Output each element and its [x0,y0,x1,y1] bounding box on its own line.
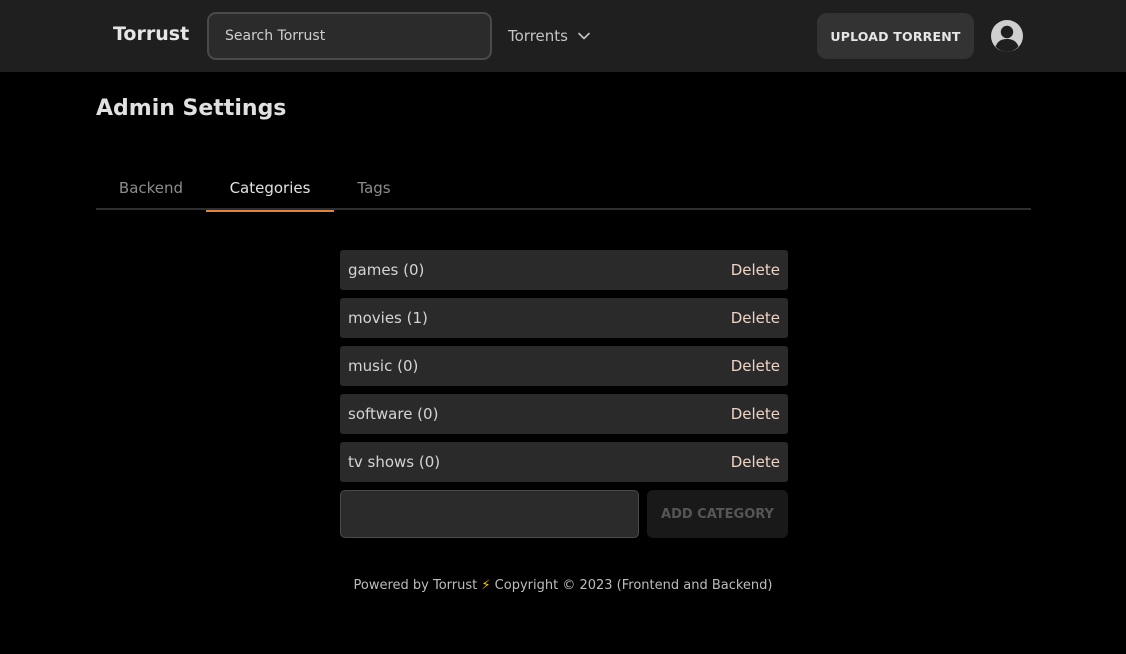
category-label: movies (1) [348,309,428,327]
user-circle-icon[interactable] [990,19,1024,53]
category-row: movies (1) Delete [340,298,788,338]
new-category-input[interactable] [340,490,639,538]
tab-tags[interactable]: Tags [334,166,414,210]
category-label: software (0) [348,405,439,423]
footer-copyright: Copyright © 2023 (Frontend and Backend) [494,578,773,593]
category-row: games (0) Delete [340,250,788,290]
footer-powered-by: Powered by Torrust [353,578,478,593]
settings-tabs: Backend Categories Tags [96,166,1031,212]
category-label: tv shows (0) [348,453,441,471]
brand-logo[interactable]: Torrust [113,23,189,45]
category-row: software (0) Delete [340,394,788,434]
category-list: games (0) Delete movies (1) Delete music… [340,250,788,490]
lightning-bolt-icon: ⚡ [481,578,491,593]
search-input[interactable] [207,12,492,60]
tab-backend[interactable]: Backend [96,166,206,210]
top-navbar: Torrust Torrents UPLOAD TORRENT [0,0,1126,72]
category-label: games (0) [348,261,425,279]
delete-category-button[interactable]: Delete [731,357,780,375]
tab-categories[interactable]: Categories [206,166,334,212]
category-label: music (0) [348,357,419,375]
footer: Powered by Torrust ⚡ Copyright © 2023 (F… [0,578,1126,593]
add-category-button[interactable]: ADD CATEGORY [647,490,788,538]
delete-category-button[interactable]: Delete [731,309,780,327]
delete-category-button[interactable]: Delete [731,453,780,471]
torrents-dropdown[interactable]: Torrents [508,22,590,50]
page-title: Admin Settings [96,96,287,121]
delete-category-button[interactable]: Delete [731,405,780,423]
chevron-down-icon [578,32,590,40]
category-row: tv shows (0) Delete [340,442,788,482]
upload-torrent-button[interactable]: UPLOAD TORRENT [817,13,974,59]
delete-category-button[interactable]: Delete [731,261,780,279]
torrents-dropdown-label: Torrents [508,27,568,45]
category-row: music (0) Delete [340,346,788,386]
